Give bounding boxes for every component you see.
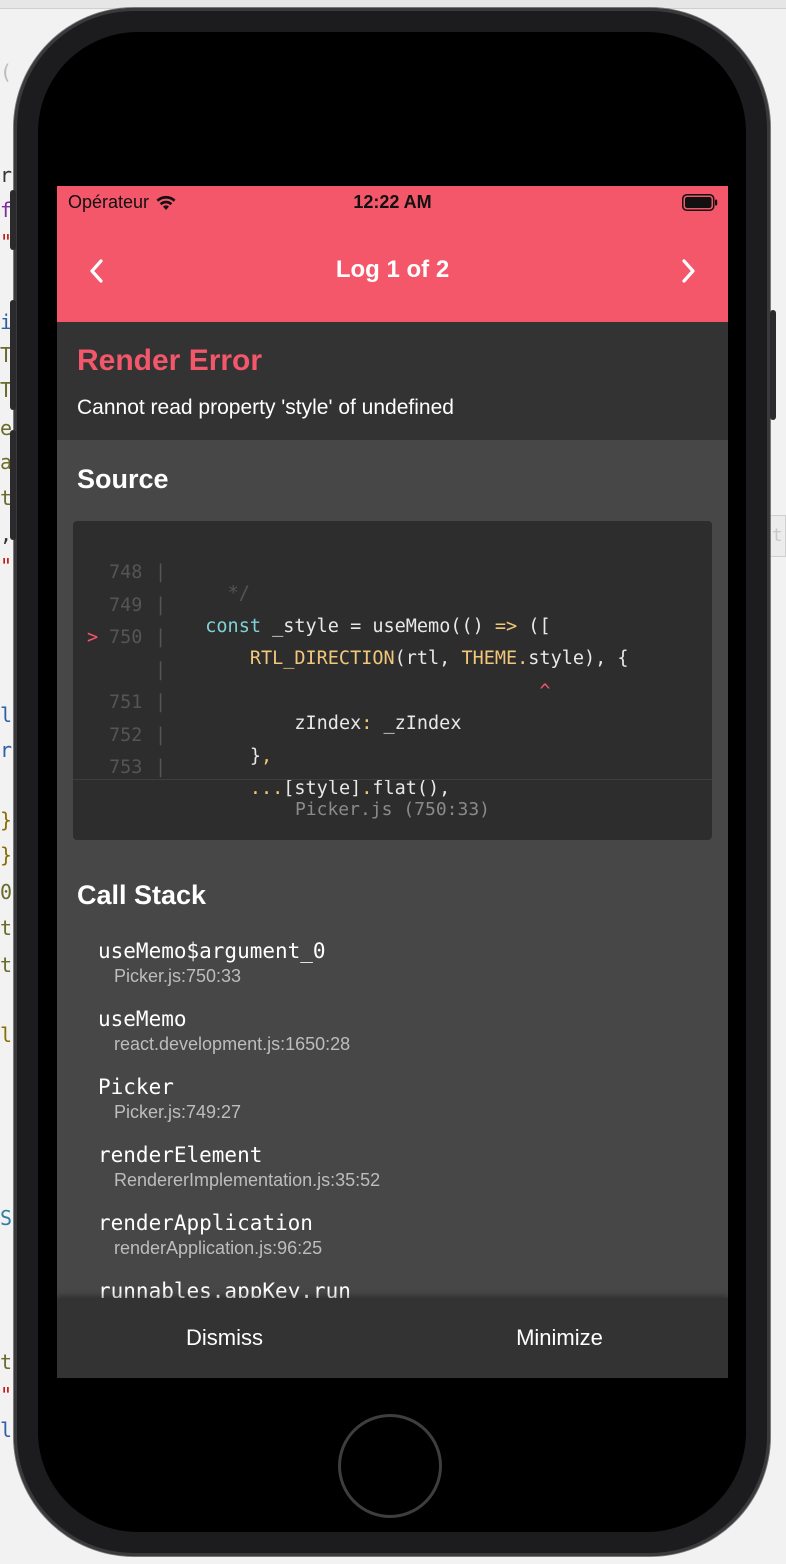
stack-frame[interactable]: Picker Picker.js:749:27 xyxy=(98,1074,718,1142)
source-file-location: Picker.js (750:33) xyxy=(73,779,712,840)
frame-function: Picker xyxy=(98,1075,174,1099)
code-line-highlighted: >750 | RTL_DIRECTION(rtl, THEME.style), { xyxy=(87,627,629,669)
dismiss-button[interactable]: Dismiss xyxy=(57,1298,392,1378)
code-line: 748 | */ xyxy=(109,562,250,604)
logbox-footer: Dismiss Minimize xyxy=(57,1298,728,1378)
log-counter-title: Log 1 of 2 xyxy=(335,256,450,283)
mute-switch xyxy=(10,190,16,250)
volume-up-button xyxy=(10,300,16,410)
frame-location: Picker.js:749:27 xyxy=(114,1102,242,1122)
stack-frame[interactable]: useMemo$argument_0 Picker.js:750:33 xyxy=(98,938,718,1006)
status-time: 12:22 AM xyxy=(353,192,432,212)
call-stack-heading: Call Stack xyxy=(77,880,207,910)
call-stack-list: useMemo$argument_0 Picker.js:750:33 useM… xyxy=(98,938,718,1346)
error-header: Render Error Cannot read property 'style… xyxy=(57,322,728,440)
frame-location: Picker.js:750:33 xyxy=(114,966,242,986)
frame-location: RendererImplementation.js:35:52 xyxy=(114,1170,381,1190)
frame-function: renderElement xyxy=(98,1143,263,1167)
home-button[interactable] xyxy=(338,1414,442,1518)
source-heading: Source xyxy=(77,464,169,494)
code-line: 753 | ...[style].flat(), xyxy=(109,757,451,799)
power-button xyxy=(770,310,776,420)
stack-frame[interactable]: renderApplication renderApplication.js:9… xyxy=(98,1210,718,1278)
next-log-button[interactable] xyxy=(666,248,712,294)
error-message: Cannot read property 'style' of undefine… xyxy=(77,396,454,419)
code-line: 749 | const _style = useMemo(() => ([ xyxy=(109,594,551,637)
code-lines: 748 | */ 749 | const _style = useMemo(() =… xyxy=(73,541,712,799)
stack-frame[interactable]: useMemo react.development.js:1650:28 xyxy=(98,1006,718,1074)
battery-icon xyxy=(682,194,718,211)
minimize-button[interactable]: Minimize xyxy=(392,1298,727,1378)
frame-location: renderApplication.js:96:25 xyxy=(114,1238,323,1258)
status-bar: Opérateur 12:22 AM xyxy=(57,186,728,220)
source-code-frame[interactable]: 748 | */ 749 | const _style = useMemo(() =… xyxy=(73,521,712,840)
code-line: 752 | }, xyxy=(109,724,273,767)
log-navigation-bar: Log 1 of 2 xyxy=(57,220,728,322)
frame-function: renderApplication xyxy=(98,1211,313,1235)
frame-location: react.development.js:1650:28 xyxy=(114,1034,351,1054)
frame-function: useMemo xyxy=(98,1007,187,1031)
chevron-right-icon xyxy=(682,259,695,283)
error-title: Render Error xyxy=(77,344,263,377)
frame-function: useMemo$argument_0 xyxy=(98,939,326,963)
stack-frame[interactable]: renderElement RendererImplementation.js:… xyxy=(98,1142,718,1210)
code-caret-line: | ^ xyxy=(155,659,551,702)
simulator-screen: Opérateur 12:22 AM Log 1 of 2 Render Err… xyxy=(57,186,728,1378)
code-line: 751 | zIndex: _zIndex xyxy=(109,692,462,734)
volume-down-button xyxy=(10,430,16,540)
